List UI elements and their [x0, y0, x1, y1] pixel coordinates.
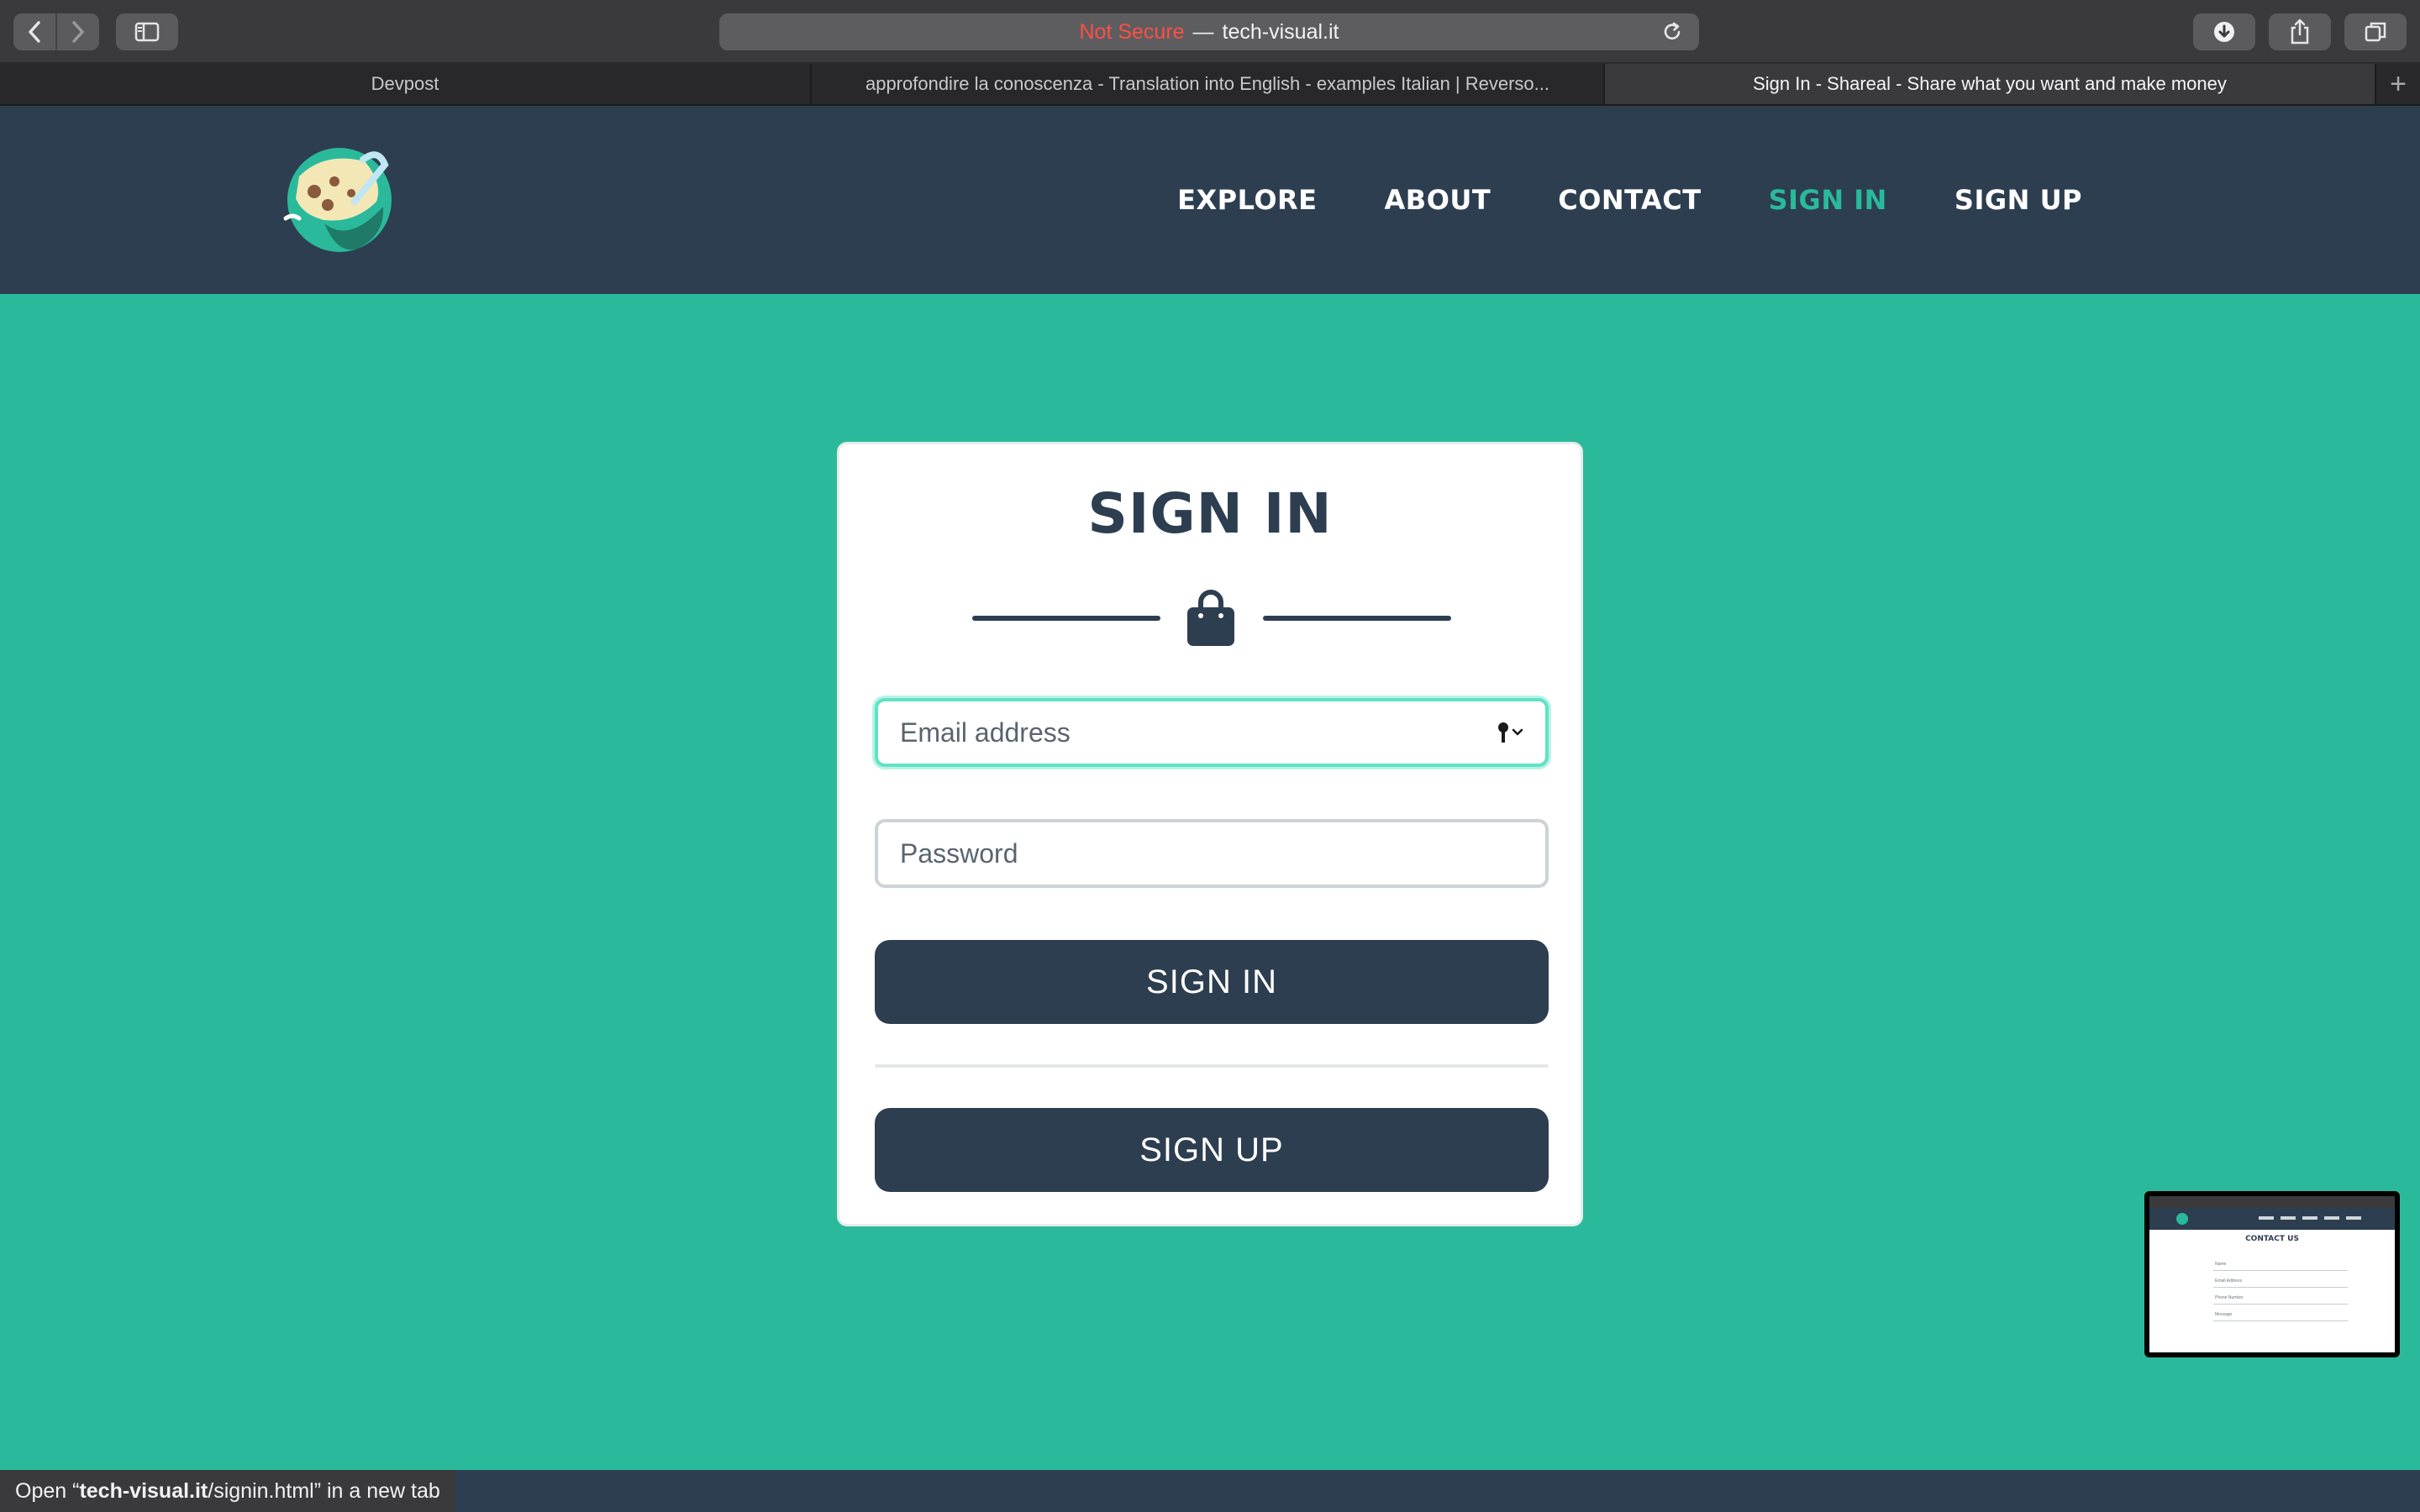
preview-field-line [2213, 1270, 2348, 1271]
forward-icon[interactable] [55, 13, 99, 50]
tab-signin[interactable]: Sign In - Shareal - Share what you want … [1605, 64, 2376, 104]
main-nav: EXPLORE ABOUT CONTACT SIGN IN SIGN UP [1177, 106, 2082, 294]
card-separator [875, 1064, 1549, 1068]
share-icon[interactable] [2269, 13, 2331, 50]
signin-button[interactable]: SIGN IN [875, 940, 1549, 1024]
tab-bar: Devpost approfondire la conoscenza - Tra… [0, 64, 2420, 106]
site-header: EXPLORE ABOUT CONTACT SIGN IN SIGN UP [0, 106, 2420, 294]
title-divider-left [972, 616, 1160, 621]
preview-label-email: Email Address [2215, 1278, 2242, 1284]
shopping-bag-icon [1187, 590, 1234, 646]
email-field[interactable] [875, 698, 1549, 767]
preview-field-line [2213, 1304, 2348, 1305]
sidebar-toggle-icon[interactable] [116, 13, 178, 50]
browser-toolbar: Not Secure — tech-visual.it [0, 0, 2420, 64]
nav-explore[interactable]: EXPLORE [1177, 184, 1317, 216]
signup-button[interactable]: SIGN UP [875, 1108, 1549, 1192]
status-domain: tech-visual.it [79, 1478, 208, 1503]
status-path: /signin.html [208, 1478, 314, 1503]
not-secure-label: Not Secure [1079, 19, 1185, 44]
url-separator: — [1192, 19, 1214, 44]
nav-sign-up[interactable]: SIGN UP [1954, 184, 2082, 216]
reload-icon[interactable] [1660, 20, 1684, 50]
preview-header [2149, 1208, 2395, 1230]
nav-sign-in[interactable]: SIGN IN [1769, 184, 1887, 216]
preview-chrome [2149, 1196, 2395, 1208]
history-nav [13, 13, 99, 50]
address-bar[interactable]: Not Secure — tech-visual.it [719, 13, 1699, 50]
tab-overview-icon[interactable] [2344, 13, 2407, 50]
status-prefix: Open “ [15, 1478, 80, 1503]
status-suffix: ” in a new tab [313, 1478, 440, 1503]
password-input[interactable] [878, 822, 1545, 885]
email-input[interactable] [878, 701, 1497, 764]
tab-preview-thumbnail[interactable]: CONTACT US Name Email Address Phone Numb… [2144, 1191, 2400, 1357]
preview-label-message: Message [2215, 1312, 2233, 1317]
back-icon[interactable] [13, 13, 55, 50]
downloads-icon[interactable] [2193, 13, 2255, 50]
tab-devpost[interactable]: Devpost [0, 64, 812, 104]
nav-contact[interactable]: CONTACT [1558, 184, 1701, 216]
preview-label-name: Name [2215, 1262, 2227, 1267]
shareal-logo[interactable] [274, 143, 398, 257]
preview-title: CONTACT US [2245, 1235, 2299, 1243]
title-divider-right [1263, 616, 1451, 621]
status-bar: Open “tech-visual.it/signin.html” in a n… [0, 1470, 2420, 1512]
new-tab-icon[interactable]: + [2376, 64, 2420, 104]
tab-reverso[interactable]: approfondire la conoscenza - Translation… [812, 64, 1605, 104]
preview-label-phone: Phone Number [2215, 1295, 2244, 1300]
preview-field-line [2213, 1320, 2348, 1321]
password-key-icon[interactable] [1497, 721, 1525, 744]
tab-preview-page: CONTACT US Name Email Address Phone Numb… [2149, 1196, 2395, 1352]
password-field[interactable] [875, 819, 1549, 888]
preview-nav [2259, 1216, 2361, 1220]
preview-logo [2176, 1213, 2188, 1225]
nav-about[interactable]: ABOUT [1385, 184, 1491, 216]
preview-field-line [2213, 1287, 2348, 1288]
link-status-text: Open “tech-visual.it/signin.html” in a n… [0, 1470, 455, 1512]
signin-card: SIGN IN SIGN IN SIGN UP [837, 442, 1583, 1226]
signin-title: SIGN IN [1087, 481, 1333, 546]
url-domain: tech-visual.it [1222, 19, 1339, 44]
